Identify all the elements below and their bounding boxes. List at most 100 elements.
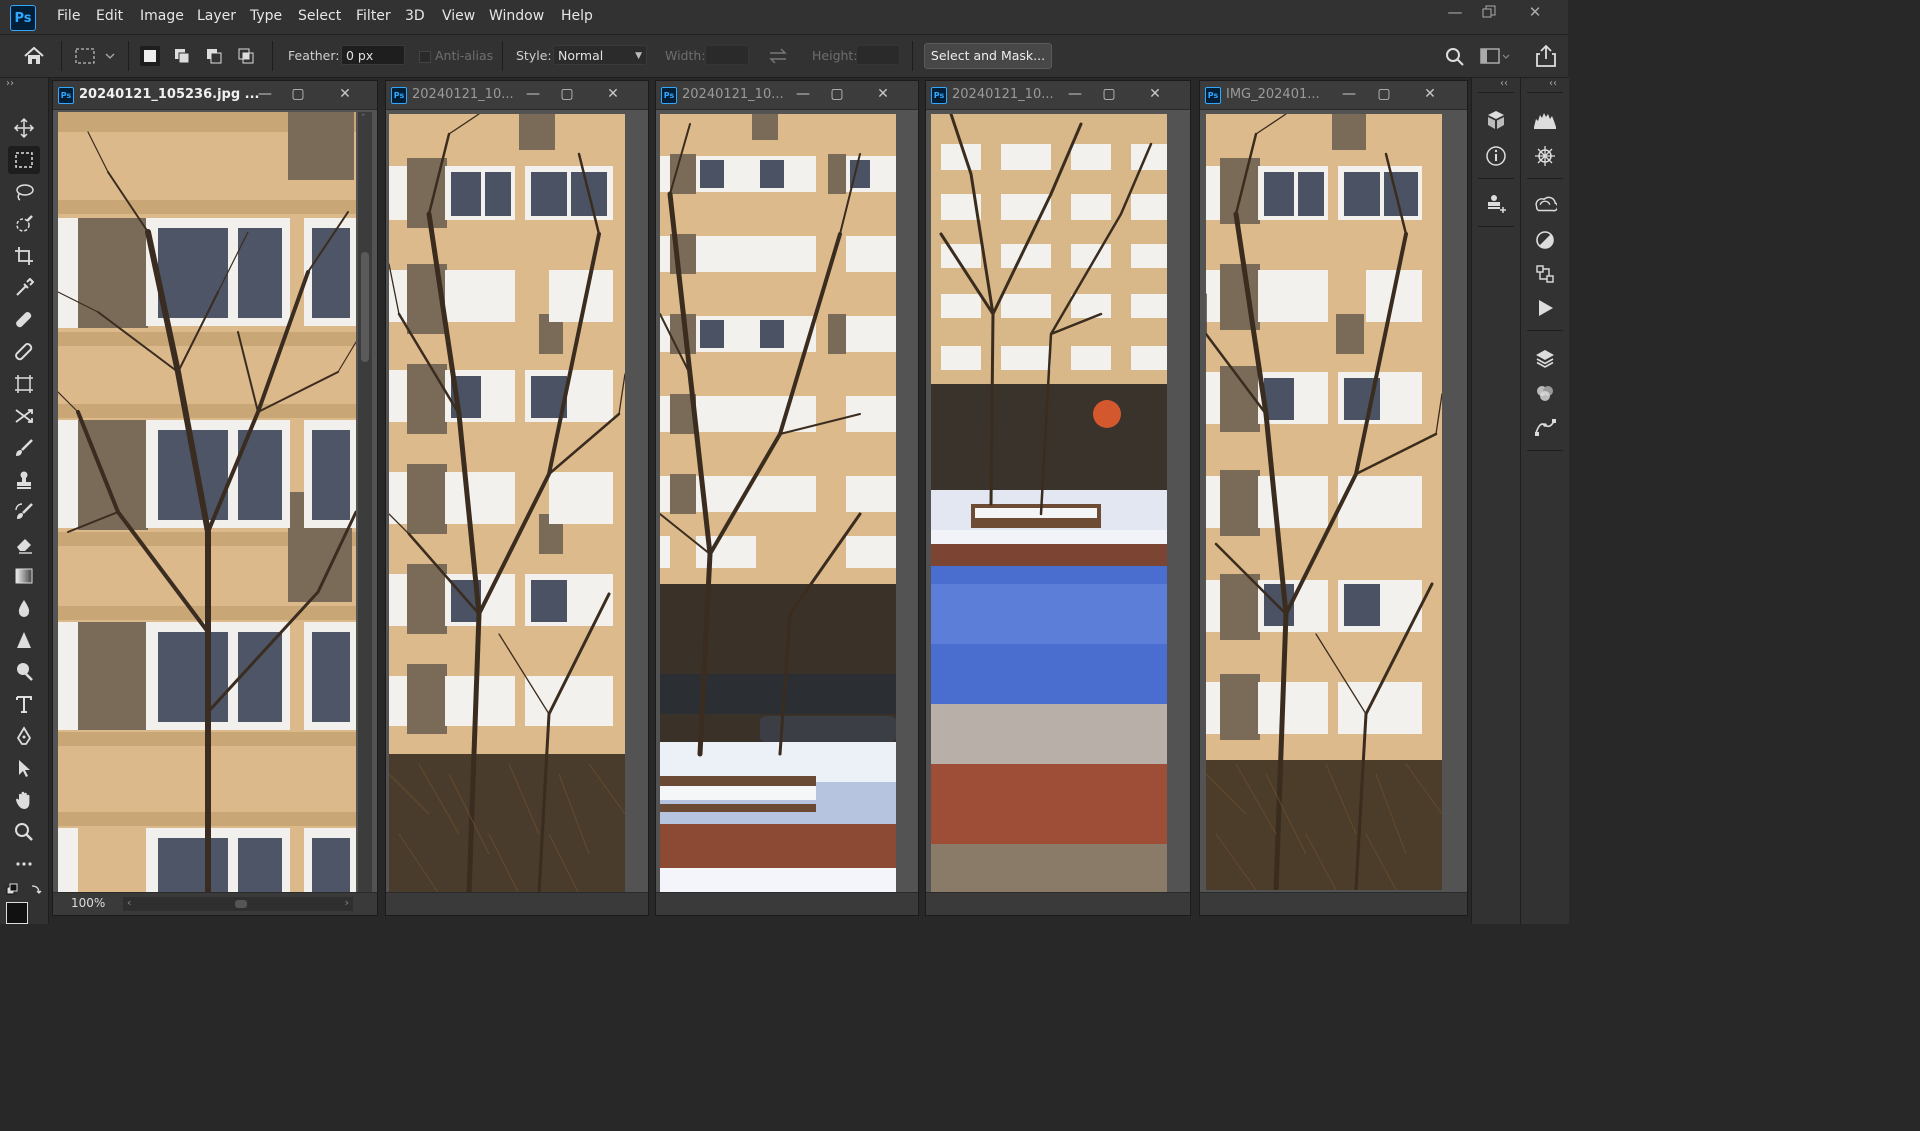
intersect-selection-icon[interactable]	[236, 46, 256, 66]
collapse-dock-2-chevron-icon[interactable]: ‹‹	[1549, 78, 1557, 89]
document-tab-4[interactable]: Ps 20240121_10... — ▢ ✕	[926, 81, 1190, 110]
width-input[interactable]	[705, 45, 749, 65]
maximize-document-icon[interactable]: ▢	[289, 84, 307, 104]
maximize-document-icon[interactable]: ▢	[1100, 84, 1118, 104]
document-tab-2[interactable]: Ps 20240121_10... — ▢ ✕	[386, 81, 648, 110]
swap-colors-icon[interactable]	[4, 882, 44, 898]
menu-type[interactable]: Type	[250, 8, 282, 24]
menu-layer[interactable]: Layer	[197, 8, 236, 24]
sharpen-icon[interactable]	[8, 626, 40, 654]
paths-icon[interactable]	[1533, 416, 1557, 440]
minimize-document-icon[interactable]: —	[524, 84, 542, 104]
height-input[interactable]	[856, 45, 900, 65]
menu-filter[interactable]: Filter	[356, 8, 391, 24]
image-canvas[interactable]	[389, 114, 625, 894]
maximize-document-icon[interactable]: ▢	[1375, 84, 1393, 104]
minimize-window-icon[interactable]: —	[1443, 3, 1467, 23]
actions-icon[interactable]	[1533, 296, 1557, 320]
document-tab-3[interactable]: Ps 20240121_10... — ▢ ✕	[656, 81, 918, 110]
maximize-document-icon[interactable]: ▢	[828, 84, 846, 104]
minimize-document-icon[interactable]: —	[1066, 84, 1084, 104]
menu-3d[interactable]: 3D	[405, 8, 425, 24]
layers-icon[interactable]	[1533, 346, 1557, 370]
eraser-icon[interactable]	[8, 530, 40, 558]
menu-image[interactable]: Image	[140, 8, 184, 24]
collapse-chevron-icon[interactable]: ››	[6, 78, 14, 89]
menu-file[interactable]: File	[57, 8, 80, 24]
close-document-icon[interactable]: ✕	[1146, 84, 1164, 104]
history-brush-icon[interactable]	[8, 498, 40, 526]
image-canvas[interactable]	[58, 112, 356, 894]
close-document-icon[interactable]: ✕	[874, 84, 892, 104]
menu-window[interactable]: Window	[489, 8, 544, 24]
pen-icon[interactable]	[8, 722, 40, 750]
navigator-icon[interactable]	[1533, 144, 1557, 168]
brush-bandage-icon[interactable]	[8, 338, 40, 366]
new-selection-icon[interactable]	[140, 46, 160, 66]
document-window-3[interactable]: Ps 20240121_10... — ▢ ✕	[655, 80, 919, 916]
menu-view[interactable]: View	[442, 8, 475, 24]
home-icon[interactable]	[22, 45, 46, 67]
dodge-icon[interactable]	[8, 658, 40, 686]
document-window-4[interactable]: Ps 20240121_10... — ▢ ✕	[925, 80, 1191, 916]
style-select[interactable]: Normal ▼	[553, 45, 647, 65]
scroll-thumb[interactable]	[361, 252, 369, 362]
path-select-icon[interactable]	[8, 754, 40, 782]
3d-icon[interactable]	[1484, 108, 1508, 132]
crop-icon[interactable]	[8, 242, 40, 270]
properties-icon[interactable]	[1533, 262, 1557, 286]
gradient-icon[interactable]	[8, 562, 40, 590]
menu-select[interactable]: Select	[298, 8, 341, 24]
healing-icon[interactable]	[8, 306, 40, 334]
minimize-document-icon[interactable]: —	[256, 84, 274, 104]
move-icon[interactable]	[8, 114, 40, 142]
foreground-color-swatch[interactable]	[6, 902, 28, 924]
scroll-thumb-horizontal[interactable]	[235, 900, 247, 908]
photoshop-logo-icon[interactable]: Ps	[10, 5, 36, 31]
close-window-icon[interactable]: ✕	[1523, 3, 1547, 23]
antialias-checkbox[interactable]	[419, 51, 431, 63]
lasso-icon[interactable]	[8, 178, 40, 206]
histogram-icon[interactable]	[1533, 108, 1557, 132]
search-icon[interactable]	[1444, 46, 1466, 68]
marquee-tool-preset-icon[interactable]	[74, 46, 120, 66]
more-icon[interactable]	[8, 850, 40, 878]
document-window-1[interactable]: Ps 20240121_105236.jpg ... — ▢ ✕ ˆ 100% …	[52, 80, 378, 916]
vertical-scrollbar[interactable]: ˆ	[358, 112, 372, 894]
scroll-up-icon[interactable]: ˆ	[361, 114, 366, 124]
scroll-left-icon[interactable]: ‹	[127, 896, 131, 909]
add-to-selection-icon[interactable]	[172, 46, 192, 66]
channels-icon[interactable]	[1533, 382, 1557, 406]
eyedropper-icon[interactable]	[8, 274, 40, 302]
zoom-level[interactable]: 100%	[71, 896, 105, 910]
clone-stamp-icon[interactable]	[8, 466, 40, 494]
marquee-icon[interactable]	[8, 146, 40, 174]
minimize-document-icon[interactable]: —	[794, 84, 812, 104]
swap-width-height-icon[interactable]	[767, 46, 789, 66]
close-document-icon[interactable]: ✕	[1421, 84, 1439, 104]
document-tab-1[interactable]: Ps 20240121_105236.jpg ... — ▢ ✕	[53, 81, 377, 110]
type-icon[interactable]	[8, 690, 40, 718]
menu-edit[interactable]: Edit	[96, 8, 123, 24]
quick-select-icon[interactable]	[8, 210, 40, 238]
content-aware-move-icon[interactable]	[8, 402, 40, 430]
document-window-5[interactable]: Ps IMG_202401... — ▢ ✕	[1199, 80, 1468, 916]
libraries-icon[interactable]	[1533, 192, 1557, 216]
image-canvas[interactable]	[1206, 114, 1442, 890]
image-canvas[interactable]	[660, 114, 896, 894]
horizontal-scrollbar[interactable]: ‹ ›	[123, 896, 353, 911]
stamp-icon[interactable]	[1484, 192, 1508, 216]
brush-icon[interactable]	[8, 434, 40, 462]
restore-window-icon[interactable]	[1477, 3, 1501, 23]
frame-icon[interactable]	[8, 370, 40, 398]
scroll-right-icon[interactable]: ›	[345, 896, 349, 909]
close-document-icon[interactable]: ✕	[336, 84, 354, 104]
document-window-2[interactable]: Ps 20240121_10... — ▢ ✕	[385, 80, 649, 916]
menu-help[interactable]: Help	[561, 8, 593, 24]
workspace-icon[interactable]	[1480, 47, 1510, 67]
document-tab-5[interactable]: Ps IMG_202401... — ▢ ✕	[1200, 81, 1467, 110]
collapse-dock-chevron-icon[interactable]: ‹‹	[1500, 78, 1508, 89]
info-icon[interactable]	[1484, 144, 1508, 168]
minimize-document-icon[interactable]: —	[1340, 84, 1358, 104]
select-and-mask-button[interactable]: Select and Mask...	[924, 43, 1052, 69]
